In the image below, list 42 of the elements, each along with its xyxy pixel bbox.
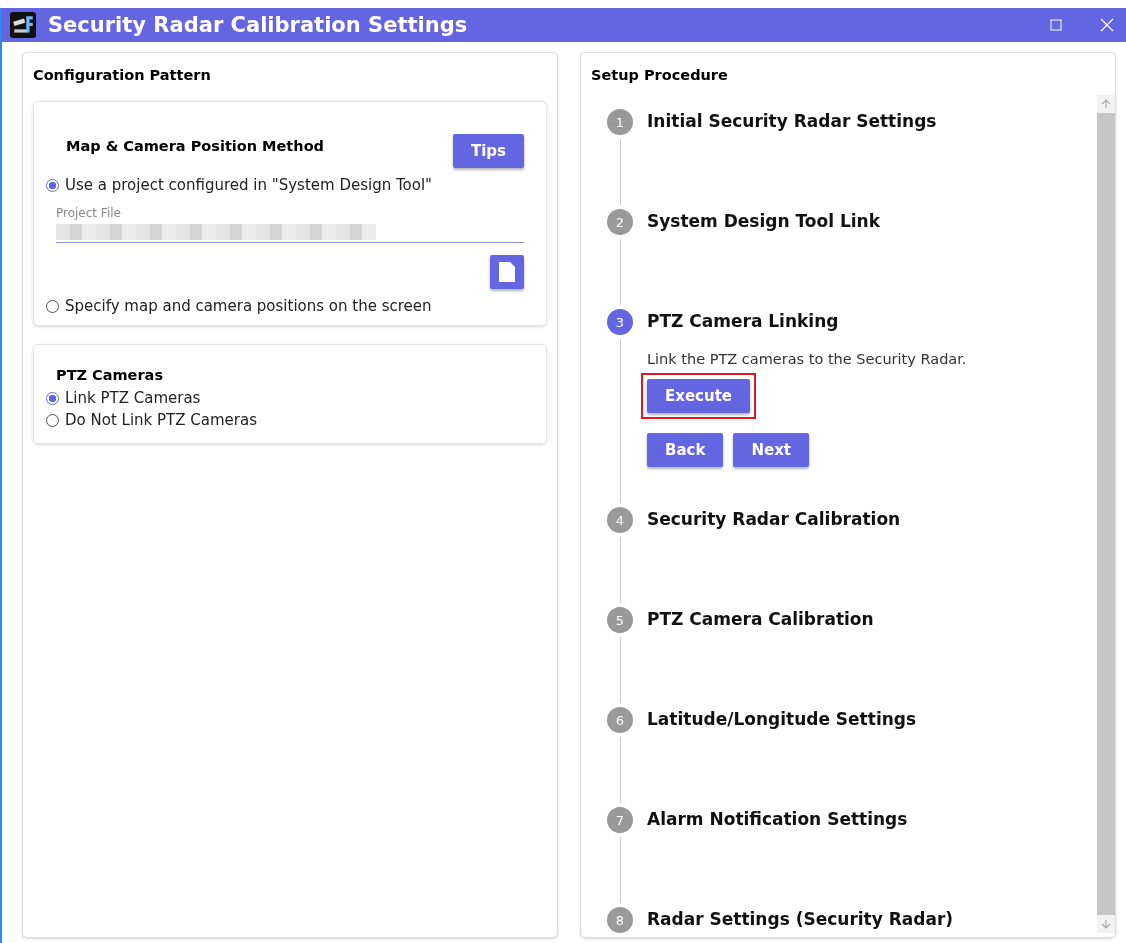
step-number: 5 bbox=[607, 607, 633, 633]
radio-option[interactable]: Link PTZ Cameras bbox=[46, 389, 534, 407]
window-title: Security Radar Calibration Settings bbox=[48, 13, 468, 37]
radio-option[interactable]: Use a project configured in "System Design Tool" bbox=[46, 176, 524, 194]
radio-option[interactable]: Do Not Link PTZ Cameras bbox=[46, 411, 534, 429]
radio-label: Use a project configured in "System Design Tool" bbox=[65, 176, 432, 194]
radio-label: Link PTZ Cameras bbox=[65, 389, 201, 407]
radio-label: Specify map and camera positions on the screen bbox=[65, 297, 432, 315]
section-title: PTZ Cameras bbox=[55, 367, 164, 383]
panel-title: Configuration Pattern bbox=[33, 66, 212, 85]
radio-icon[interactable] bbox=[46, 178, 59, 192]
radio-option[interactable]: Specify map and camera positions on the screen bbox=[46, 297, 524, 315]
nav-button[interactable]: Next bbox=[733, 433, 809, 467]
close-icon[interactable] bbox=[1100, 18, 1114, 32]
step-title[interactable]: Radar Settings (Security Radar) bbox=[647, 909, 954, 929]
file-icon bbox=[498, 261, 516, 283]
step-title[interactable]: Security Radar Calibration bbox=[647, 509, 901, 529]
step-number: 7 bbox=[607, 807, 633, 833]
step-number: 1 bbox=[607, 109, 633, 135]
step-number: 2 bbox=[607, 209, 633, 235]
step-title[interactable]: PTZ Camera Linking bbox=[647, 311, 967, 331]
nav-button[interactable]: Back bbox=[647, 433, 724, 467]
radio-icon[interactable] bbox=[46, 391, 59, 405]
execute-button[interactable]: Execute bbox=[647, 379, 750, 413]
step-title[interactable]: Latitude/Longitude Settings bbox=[647, 709, 917, 729]
app-icon bbox=[10, 12, 36, 38]
step-title[interactable]: Initial Security Radar Settings bbox=[647, 111, 937, 131]
tips-button[interactable]: Tips bbox=[452, 134, 524, 168]
step-number: 6 bbox=[607, 707, 633, 733]
step-number: 3 bbox=[607, 309, 633, 335]
step-title[interactable]: PTZ Camera Calibration bbox=[647, 609, 874, 629]
project-file-field[interactable]: Project File bbox=[56, 206, 524, 243]
section-title: Map & Camera Position Method bbox=[65, 138, 324, 154]
panel-title: Setup Procedure bbox=[591, 66, 729, 85]
step-number: 8 bbox=[607, 907, 633, 933]
step-title[interactable]: System Design Tool Link bbox=[647, 211, 881, 231]
step-description: Link the PTZ cameras to the Security Radar. bbox=[647, 351, 967, 367]
step-number: 4 bbox=[607, 507, 633, 533]
file-button[interactable] bbox=[490, 255, 524, 289]
radio-label: Do Not Link PTZ Cameras bbox=[65, 411, 257, 429]
step-title[interactable]: Alarm Notification Settings bbox=[647, 809, 908, 829]
maximize-icon[interactable] bbox=[1050, 19, 1062, 31]
